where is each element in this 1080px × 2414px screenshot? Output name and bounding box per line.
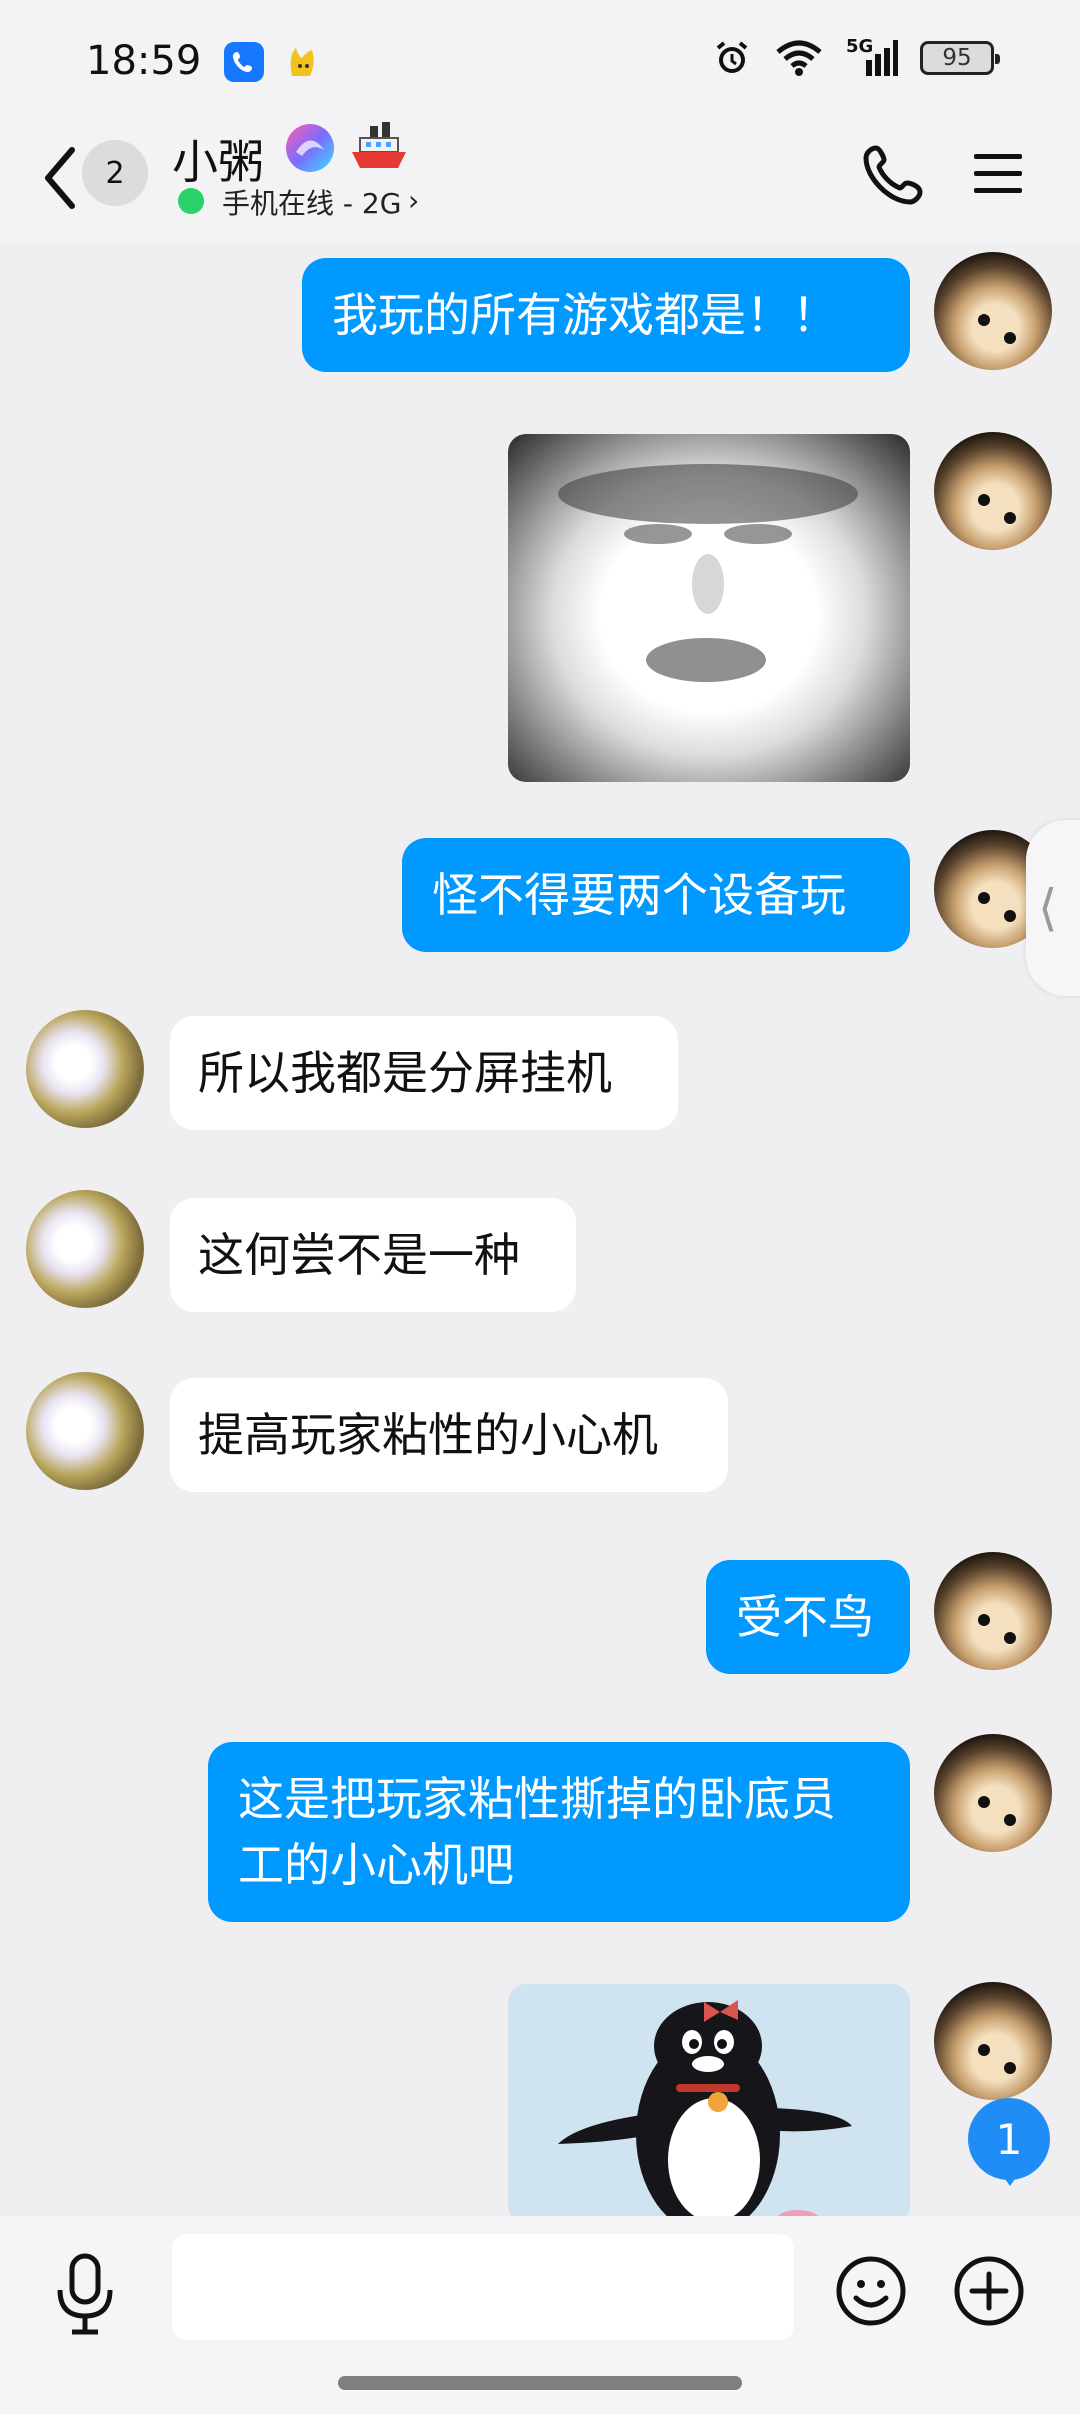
my-avatar[interactable] bbox=[934, 252, 1052, 370]
home-indicator[interactable] bbox=[338, 2376, 742, 2390]
chat-header: 2 小粥 手机在线 - 2G › bbox=[0, 118, 1080, 244]
message-text: 所以我都是分屏挂机 bbox=[198, 1046, 612, 1100]
contact-avatar[interactable] bbox=[26, 1372, 144, 1490]
message-text: 提高玩家粘性的小心机 bbox=[198, 1408, 658, 1462]
cellular-icon: 5G bbox=[846, 36, 898, 78]
contact-avatar[interactable] bbox=[26, 1190, 144, 1308]
alarm-icon bbox=[716, 41, 748, 73]
status-bar: 18:59 5G 95 bbox=[0, 0, 1080, 118]
message-bubble-incoming[interactable]: 所以我都是分屏挂机 bbox=[170, 1016, 678, 1130]
message-text: 这何尝不是一种 bbox=[198, 1228, 520, 1282]
chevron-right-icon: › bbox=[408, 184, 420, 217]
message-text: 这是把玩家粘性撕掉的卧底员工的小心机吧 bbox=[238, 1772, 836, 1892]
contact-avatar[interactable] bbox=[26, 1010, 144, 1128]
back-arrow-icon[interactable] bbox=[36, 138, 86, 218]
phone-app-icon bbox=[224, 42, 264, 82]
message-bubble-outgoing[interactable]: 受不鸟 bbox=[706, 1560, 910, 1674]
emoji-icon[interactable] bbox=[834, 2254, 908, 2328]
message-bubble-incoming[interactable]: 这何尝不是一种 bbox=[170, 1198, 576, 1312]
notification-app-icon bbox=[282, 42, 322, 82]
presence-status[interactable]: 手机在线 - 2G bbox=[222, 182, 401, 222]
unread-count: 2 bbox=[105, 155, 125, 191]
wifi-icon bbox=[776, 40, 822, 76]
message-text: 怪不得要两个设备玩 bbox=[432, 868, 846, 922]
penguin-sticker-image[interactable] bbox=[508, 1984, 910, 2216]
add-attachment-icon[interactable] bbox=[952, 2254, 1026, 2328]
colorful-swirl-badge-icon bbox=[286, 124, 334, 172]
my-avatar[interactable] bbox=[934, 432, 1052, 550]
face-sticker-image[interactable] bbox=[508, 434, 910, 782]
microphone-icon[interactable] bbox=[50, 2250, 120, 2340]
message-list[interactable]: 我玩的所有游戏都是！！ 怪不得要两个设备玩 所以我都是分屏挂机 这何尝不是一种 … bbox=[0, 244, 1080, 2216]
new-message-count: 1 bbox=[995, 2114, 1023, 2164]
phone-call-icon[interactable] bbox=[860, 142, 926, 208]
status-icons: 5G 95 bbox=[712, 36, 1000, 78]
side-panel-handle[interactable]: ⟨ bbox=[1026, 820, 1080, 996]
message-input[interactable] bbox=[172, 2234, 794, 2340]
battery-level: 95 bbox=[942, 45, 972, 71]
my-avatar[interactable] bbox=[934, 1982, 1052, 2100]
battery-indicator: 95 bbox=[920, 41, 1000, 75]
my-avatar[interactable] bbox=[934, 1552, 1052, 1670]
message-text: 受不鸟 bbox=[736, 1590, 874, 1644]
message-text: 我玩的所有游戏都是！！ bbox=[332, 288, 838, 342]
chevron-left-icon: ⟨ bbox=[1038, 879, 1058, 937]
ship-badge-icon bbox=[352, 122, 406, 168]
status-time: 18:59 bbox=[86, 38, 202, 84]
online-status-dot bbox=[178, 188, 204, 214]
message-bubble-incoming[interactable]: 提高玩家粘性的小心机 bbox=[170, 1378, 728, 1492]
message-bubble-outgoing[interactable]: 我玩的所有游戏都是！！ bbox=[302, 258, 910, 372]
menu-icon[interactable] bbox=[970, 146, 1026, 202]
new-message-count-badge[interactable]: 1 bbox=[968, 2098, 1050, 2186]
my-avatar[interactable] bbox=[934, 1734, 1052, 1852]
unread-count-badge[interactable]: 2 bbox=[82, 140, 148, 206]
message-bubble-outgoing[interactable]: 怪不得要两个设备玩 bbox=[402, 838, 910, 952]
message-bubble-outgoing[interactable]: 这是把玩家粘性撕掉的卧底员工的小心机吧 bbox=[208, 1742, 910, 1922]
